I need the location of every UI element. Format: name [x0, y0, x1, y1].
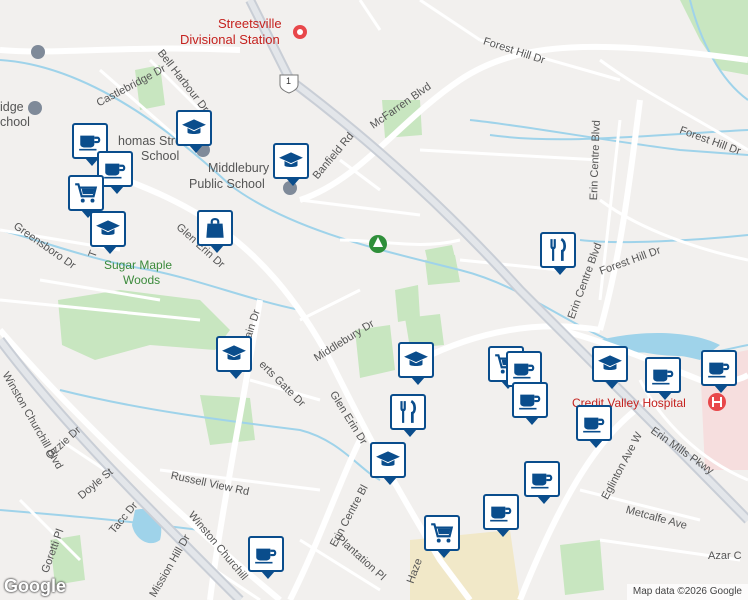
shopping-marker[interactable] [424, 515, 460, 558]
cafe-marker[interactable] [512, 382, 548, 425]
coffee-cup-icon [519, 394, 541, 410]
graduation-cap-icon [222, 345, 246, 360]
coffee-cup-icon [583, 417, 605, 433]
coffee-cup-icon [708, 362, 730, 378]
cafe-marker[interactable] [645, 357, 681, 400]
school-marker[interactable] [273, 143, 309, 186]
park-tree-icon [369, 235, 387, 253]
map-data-attribution[interactable]: Map data ©2026 Google [626, 584, 748, 600]
graduation-cap-icon [182, 119, 206, 134]
coffee-cup-icon [255, 548, 277, 564]
school-marker[interactable] [592, 346, 628, 389]
cafe-marker[interactable] [248, 536, 284, 579]
azar-ct-label: Azar C [708, 550, 742, 562]
school-marker[interactable] [176, 110, 212, 153]
school-marker[interactable] [216, 336, 252, 379]
shopping-cart-icon [431, 523, 454, 543]
shopping-marker[interactable] [197, 210, 233, 253]
cafe-marker[interactable] [576, 405, 612, 448]
sugar-maple-woods-label-1: Sugar Maple [104, 258, 173, 272]
ridge-school-label-1: idge [0, 100, 24, 114]
coffee-cup-icon [652, 369, 674, 385]
cafe-marker[interactable] [701, 350, 737, 393]
streetsville-station-label-1: Streetsville [218, 16, 282, 31]
google-logo: Google [4, 576, 66, 596]
streetsville-station-label-2: Divisional Station [180, 32, 280, 47]
hospital-icon [708, 393, 726, 411]
sugar-maple-woods-label-2: Woods [123, 273, 161, 287]
middlebury-school-label-2: Public School [189, 177, 265, 191]
shopping-marker[interactable] [68, 175, 104, 218]
restaurant-marker[interactable] [390, 394, 426, 437]
restaurant-marker[interactable] [540, 232, 576, 275]
graduation-cap-icon [279, 152, 303, 167]
fork-knife-icon [550, 237, 566, 261]
graduation-cap-icon [598, 355, 622, 370]
cafe-marker[interactable] [524, 461, 560, 504]
highway-shield-label: 1 [286, 76, 292, 86]
fork-knife-icon [400, 399, 416, 423]
middlebury-school-label-1: Middlebury [208, 161, 270, 175]
coffee-cup-icon [513, 363, 535, 379]
school-marker[interactable] [398, 342, 434, 385]
school-marker[interactable] [370, 442, 406, 485]
school-marker[interactable] [90, 211, 126, 254]
thomas-street-school-label-2: School [141, 149, 180, 163]
coffee-cup-icon [531, 473, 553, 489]
graduation-cap-icon [376, 451, 400, 466]
police-station-pin-icon [293, 25, 307, 39]
coffee-cup-icon [490, 506, 512, 522]
ridge-school-label-2: chool [0, 115, 30, 129]
graduation-cap-icon [404, 351, 428, 366]
shopping-bag-icon [206, 217, 224, 238]
map-canvas[interactable]: Streetsville Divisional Station 1 Forest… [0, 0, 748, 600]
shopping-cart-icon [75, 183, 98, 203]
cafe-marker[interactable] [483, 494, 519, 537]
graduation-cap-icon [96, 220, 120, 235]
coffee-cup-icon [104, 163, 126, 179]
